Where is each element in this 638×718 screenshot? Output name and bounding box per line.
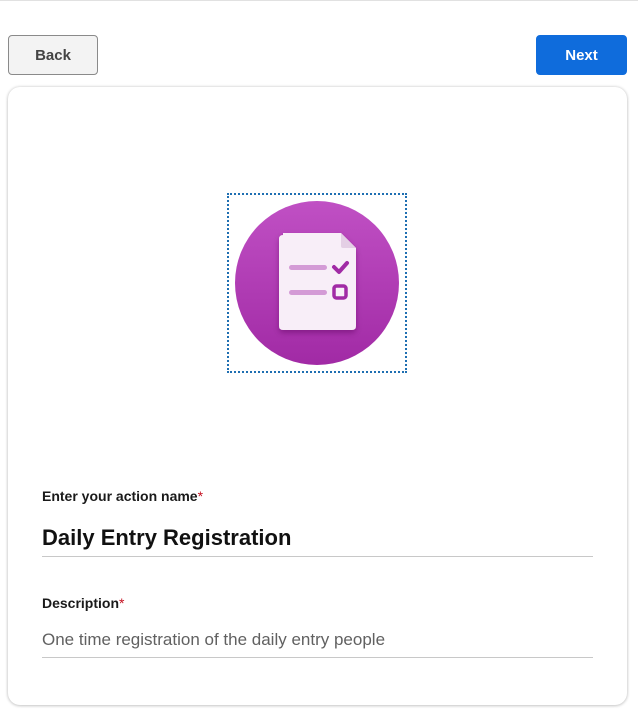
description-label: Description*	[42, 595, 124, 611]
top-divider	[0, 0, 638, 1]
action-name-label: Enter your action name*	[42, 488, 203, 504]
required-marker: *	[119, 595, 125, 611]
action-name-label-text: Enter your action name	[42, 488, 198, 504]
back-button[interactable]: Back	[8, 35, 98, 75]
description-input[interactable]	[42, 622, 593, 658]
next-button[interactable]: Next	[536, 35, 627, 75]
action-setup-card: Enter your action name* Description*	[8, 87, 627, 705]
required-marker: *	[197, 488, 204, 504]
action-icon-picker[interactable]	[227, 193, 407, 373]
action-name-input[interactable]	[42, 519, 593, 557]
description-label-text: Description	[42, 595, 120, 611]
form-checklist-icon	[235, 201, 399, 365]
